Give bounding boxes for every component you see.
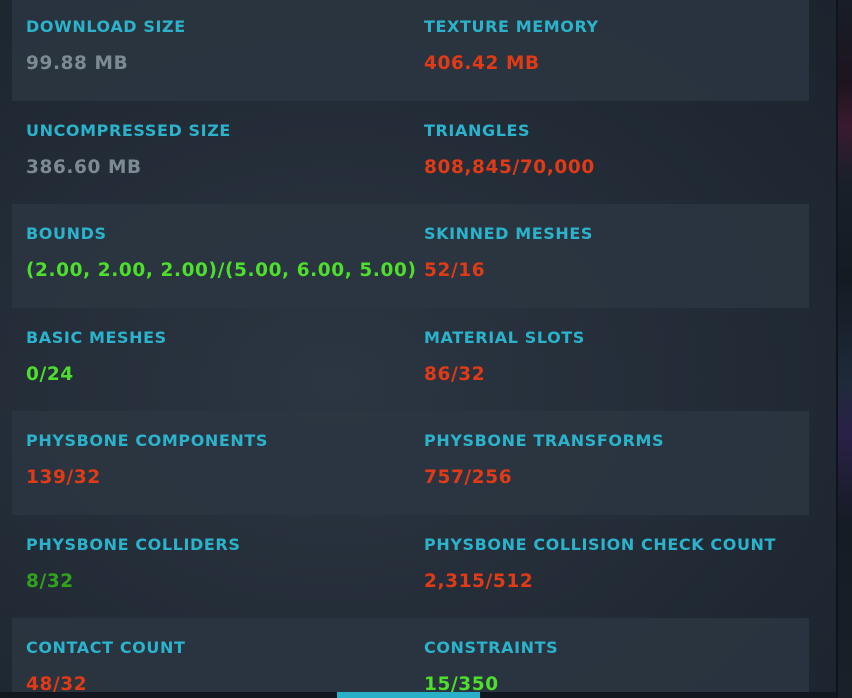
stat-value: 99.88 MB: [26, 53, 129, 74]
stat-row-contact-constraints: CONTACT COUNT 48/32 CONSTRAINTS 15/350: [12, 618, 809, 698]
stat-label: TEXTURE MEMORY: [424, 17, 599, 36]
stat-value: 406.42 MB: [424, 53, 540, 74]
stat-label: BASIC MESHES: [26, 327, 167, 347]
stat-label: PHYSBONE COLLISION CHECK COUNT: [424, 534, 777, 554]
stat-value: 8/32: [26, 570, 74, 592]
stat-row-download-texture: DOWNLOAD SIZE 99.88 MB TEXTURE MEMORY 40…: [12, 0, 809, 101]
stat-label: PHYSBONE COMPONENTS: [26, 431, 269, 450]
stat-label: BOUNDS: [26, 224, 107, 243]
stat-value: 86/32: [424, 363, 486, 385]
stat-value: 52/16: [424, 260, 486, 281]
background-scene-strip: [836, 0, 852, 698]
panel-edge-divider: [836, 0, 838, 698]
stat-label: SKINNED MESHES: [424, 224, 594, 243]
stat-label: CONTACT COUNT: [26, 638, 186, 657]
stat-row-uncompressed-triangles: UNCOMPRESSED SIZE 386.60 MB TRIANGLES 80…: [12, 101, 809, 205]
stat-row-physbone-colliders-collision: PHYSBONE COLLIDERS 8/32 PHYSBONE COLLISI…: [12, 515, 809, 619]
stat-value: 2,315/512: [424, 570, 534, 592]
stat-label: PHYSBONE COLLIDERS: [26, 534, 241, 554]
stat-label: UNCOMPRESSED SIZE: [26, 120, 231, 140]
stat-value: 0/24: [26, 363, 74, 385]
stat-label: TRIANGLES: [424, 120, 531, 140]
horizontal-scrollbar[interactable]: [0, 692, 836, 698]
stat-row-physbone-components-transforms: PHYSBONE COMPONENTS 139/32 PHYSBONE TRAN…: [12, 411, 809, 515]
stat-label: PHYSBONE TRANSFORMS: [424, 431, 665, 450]
stat-value: 386.60 MB: [26, 156, 142, 178]
stat-value: 757/256: [424, 467, 513, 488]
stat-label: MATERIAL SLOTS: [424, 327, 585, 347]
performance-stats-panel: DOWNLOAD SIZE 99.88 MB TEXTURE MEMORY 40…: [0, 0, 836, 698]
stat-value: 808,845/70,000: [424, 156, 595, 178]
stat-value: (2.00, 2.00, 2.00)/(5.00, 6.00, 5.00): [26, 260, 417, 281]
stat-row-basic-material: BASIC MESHES 0/24 MATERIAL SLOTS 86/32: [12, 308, 809, 412]
stat-label: DOWNLOAD SIZE: [26, 17, 186, 36]
scrollbar-thumb[interactable]: [337, 692, 480, 698]
stat-row-bounds-skinned: BOUNDS (2.00, 2.00, 2.00)/(5.00, 6.00, 5…: [12, 204, 809, 308]
stat-label: CONSTRAINTS: [424, 638, 559, 657]
stat-value: 139/32: [26, 467, 101, 488]
